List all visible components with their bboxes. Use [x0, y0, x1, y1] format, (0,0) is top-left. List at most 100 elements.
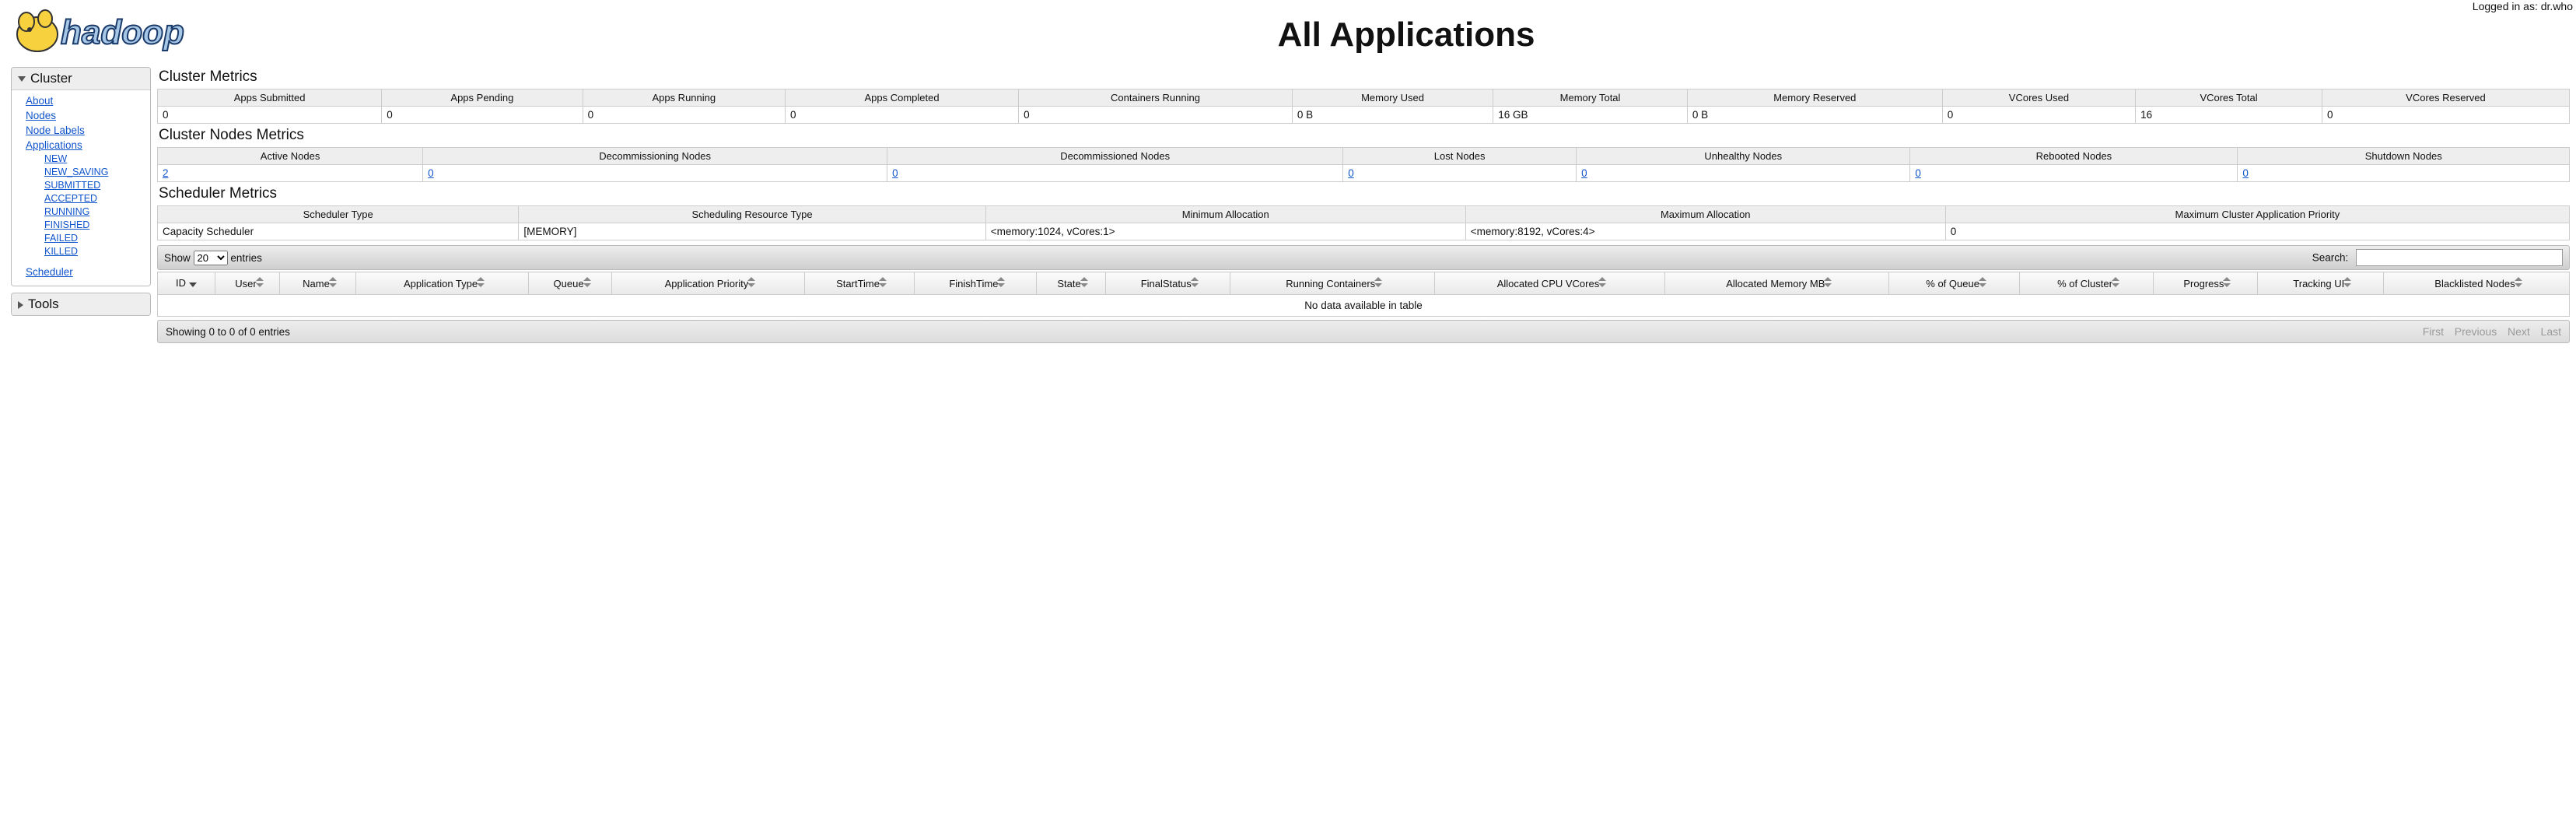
apps-col-header[interactable]: Progress: [2154, 272, 2258, 295]
length-control: Show 102050100 entries: [164, 251, 262, 265]
table-scheduler-metrics: Scheduler TypeScheduling Resource TypeMi…: [157, 205, 2570, 240]
apps-col-header[interactable]: Running Containers: [1230, 272, 1434, 295]
paginate-first[interactable]: First: [2423, 325, 2444, 338]
apps-col-header[interactable]: Application Priority: [612, 272, 805, 295]
col-header: Apps Running: [583, 89, 785, 107]
nav-appstate-new_saving[interactable]: NEW_SAVING: [44, 167, 108, 177]
metric-cell: 0: [2238, 165, 2570, 182]
paginate-next[interactable]: Next: [2508, 325, 2530, 338]
apps-col-header[interactable]: % of Queue: [1889, 272, 2020, 295]
apps-col-header[interactable]: Name: [280, 272, 356, 295]
metric-cell: 0: [785, 107, 1018, 124]
nav-appstate-killed[interactable]: KILLED: [44, 246, 78, 257]
metric-cell: <memory:1024, vCores:1>: [985, 223, 1465, 240]
nav-about[interactable]: About: [26, 95, 53, 107]
logged-in-text: Logged in as: dr.who: [2473, 0, 2573, 12]
col-header: VCores Used: [1942, 89, 2135, 107]
nav-node-labels[interactable]: Node Labels: [26, 125, 85, 136]
apps-col-header[interactable]: StartTime: [804, 272, 914, 295]
apps-col-header[interactable]: Tracking UI: [2257, 272, 2383, 295]
col-header: Rebooted Nodes: [1910, 148, 2238, 165]
metric-cell: 0: [583, 107, 785, 124]
apps-col-header[interactable]: User: [215, 272, 279, 295]
metric-cell: 16: [2136, 107, 2322, 124]
col-header: Memory Used: [1292, 89, 1493, 107]
nav-scheduler[interactable]: Scheduler: [26, 266, 73, 278]
metric-link[interactable]: 0: [1915, 167, 1921, 179]
metric-link[interactable]: 2: [163, 167, 169, 179]
chevron-right-icon: [18, 301, 23, 309]
apps-col-header[interactable]: FinishTime: [915, 272, 1036, 295]
nav-nodes[interactable]: Nodes: [26, 110, 56, 121]
metric-link[interactable]: 0: [428, 167, 434, 179]
search-input[interactable]: [2356, 249, 2563, 266]
metric-cell: 0: [1910, 165, 2238, 182]
col-header: Unhealthy Nodes: [1577, 148, 1910, 165]
metric-cell: <memory:8192, vCores:4>: [1465, 223, 1945, 240]
chevron-down-icon: [18, 76, 26, 82]
metric-cell: 0 B: [1292, 107, 1493, 124]
table-cluster-nodes-metrics: Active NodesDecommissioning NodesDecommi…: [157, 147, 2570, 182]
heading-cluster-nodes-metrics: Cluster Nodes Metrics: [159, 127, 2570, 144]
apps-col-header[interactable]: Queue: [529, 272, 612, 295]
col-header: Active Nodes: [158, 148, 423, 165]
apps-col-header[interactable]: ID: [158, 272, 215, 295]
metric-cell: 0: [158, 107, 382, 124]
metric-link[interactable]: 0: [1348, 167, 1354, 179]
apps-col-header[interactable]: Blacklisted Nodes: [2383, 272, 2569, 295]
col-header: Memory Reserved: [1687, 89, 1942, 107]
metric-cell: [MEMORY]: [519, 223, 985, 240]
apps-col-header[interactable]: Allocated CPU VCores: [1434, 272, 1665, 295]
svg-text:hadoop: hadoop: [61, 13, 184, 51]
sidebar-panel-cluster: Cluster About Nodes Node Labels Applicat…: [11, 67, 151, 286]
nav-appstate-running[interactable]: RUNNING: [44, 206, 89, 217]
col-header: Decommissioned Nodes: [887, 148, 1343, 165]
apps-col-header[interactable]: Application Type: [355, 272, 528, 295]
hadoop-logo[interactable]: hadoop: [0, 0, 236, 61]
datatable-footer: Showing 0 to 0 of 0 entries First Previo…: [157, 320, 2570, 343]
sort-desc-icon: [189, 282, 197, 287]
sidebar-header-tools[interactable]: Tools: [12, 293, 150, 315]
col-header: Minimum Allocation: [985, 206, 1465, 223]
heading-cluster-metrics: Cluster Metrics: [159, 68, 2570, 86]
metric-cell: 2: [158, 165, 423, 182]
col-header: Lost Nodes: [1343, 148, 1577, 165]
metric-cell: Capacity Scheduler: [158, 223, 519, 240]
col-header: Maximum Allocation: [1465, 206, 1945, 223]
col-header: Scheduler Type: [158, 206, 519, 223]
datatable-info: Showing 0 to 0 of 0 entries: [166, 326, 290, 338]
apps-col-header[interactable]: State: [1036, 272, 1105, 295]
nav-applications[interactable]: Applications: [26, 139, 82, 151]
sidebar-header-cluster[interactable]: Cluster: [12, 68, 150, 90]
metric-cell: 0: [382, 107, 583, 124]
apps-col-header[interactable]: Allocated Memory MB: [1665, 272, 1889, 295]
metric-cell: 0: [1945, 223, 2569, 240]
metric-link[interactable]: 0: [1581, 167, 1587, 179]
nav-appstate-finished[interactable]: FINISHED: [44, 219, 89, 230]
metric-link[interactable]: 0: [2242, 167, 2249, 179]
paginate-last[interactable]: Last: [2541, 325, 2561, 338]
nav-appstate-accepted[interactable]: ACCEPTED: [44, 193, 97, 204]
paginate-previous[interactable]: Previous: [2455, 325, 2497, 338]
nav-appstate-submitted[interactable]: SUBMITTED: [44, 180, 100, 191]
metric-cell: 0: [2322, 107, 2569, 124]
nav-appstate-new[interactable]: NEW: [44, 153, 67, 164]
length-select[interactable]: 102050100: [194, 251, 228, 265]
search-control: Search:: [2312, 249, 2563, 266]
nav-appstate-failed[interactable]: FAILED: [44, 233, 78, 244]
metric-cell: 0: [1343, 165, 1577, 182]
col-header: Apps Submitted: [158, 89, 382, 107]
apps-col-header[interactable]: FinalStatus: [1105, 272, 1230, 295]
metric-cell: 16 GB: [1493, 107, 1688, 124]
metric-cell: 0: [1577, 165, 1910, 182]
applications-table: IDUserNameApplication TypeQueueApplicati…: [157, 272, 2570, 317]
metric-cell: 0: [1019, 107, 1293, 124]
apps-col-header[interactable]: % of Cluster: [2019, 272, 2153, 295]
metric-cell: 0: [1942, 107, 2135, 124]
datatable-toolbar: Show 102050100 entries Search:: [157, 245, 2570, 270]
empty-row: No data available in table: [158, 295, 2570, 317]
col-header: Decommissioning Nodes: [423, 148, 887, 165]
metric-link[interactable]: 0: [892, 167, 898, 179]
metric-cell: 0: [423, 165, 887, 182]
col-header: Scheduling Resource Type: [519, 206, 985, 223]
